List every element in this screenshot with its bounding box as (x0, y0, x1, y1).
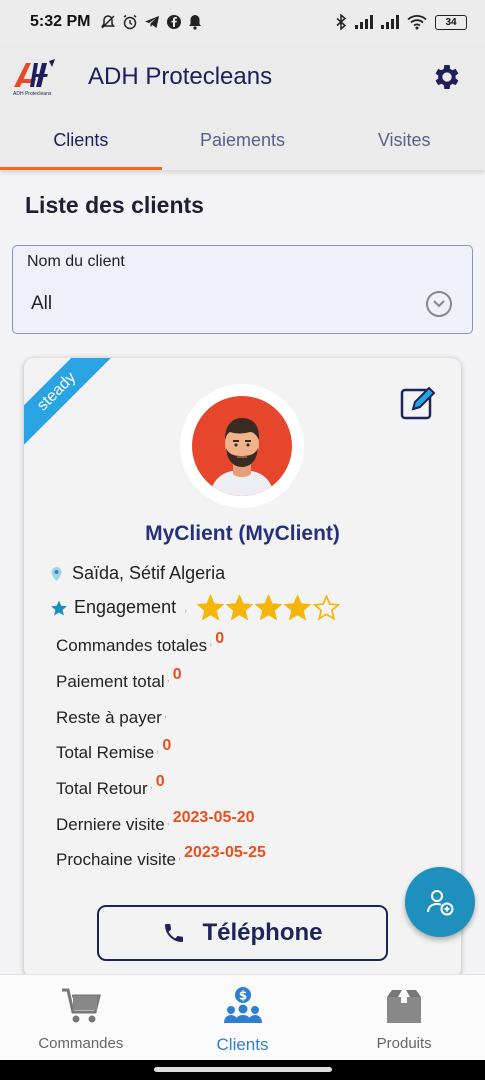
battery-icon: 34 (435, 14, 467, 30)
engagement-rating (197, 594, 341, 621)
svg-text:ADH Protecleans: ADH Protecleans (13, 91, 52, 97)
app-title: ADH Protecleans (88, 63, 273, 90)
dropdown-label: Nom du client (27, 253, 125, 270)
settings-button[interactable] (429, 59, 465, 95)
location-pin-icon (51, 566, 62, 581)
stat-value: 0 (215, 630, 225, 647)
cart-icon (61, 985, 101, 1027)
stat-label: Total Retour (56, 779, 148, 798)
stat-value: 2023-05-20 (172, 809, 255, 826)
top-tabs: Clients Paiements Visites (0, 110, 485, 170)
client-card[interactable]: steady MyClient (MyClient) Saïda, Sétif … (24, 358, 461, 978)
app-bar: ADH Protecleans ADH Protecleans (0, 44, 485, 110)
tab-paiements[interactable]: Paiements (162, 110, 324, 170)
gear-icon (435, 65, 459, 89)
gesture-bar (0, 1060, 485, 1080)
star-filled-icon (197, 594, 225, 621)
bell-icon (189, 15, 202, 30)
section-title: Liste des clients (25, 192, 204, 218)
status-time: 5:32 PM (30, 13, 91, 30)
stat-commandes-totales: Commandes totales, 0 (56, 630, 225, 655)
facebook-icon (167, 15, 182, 29)
stat-label: Derniere visite (56, 815, 165, 834)
system-icons: 34 (335, 14, 467, 30)
app-logo: ADH Protecleans (12, 57, 58, 97)
avatar (192, 396, 292, 496)
bluetooth-icon (336, 14, 347, 30)
chevron-down-icon (426, 291, 452, 317)
tab-visites[interactable]: Visites (323, 110, 485, 170)
stat-value: 2023-05-25 (184, 844, 266, 861)
add-client-button[interactable] (405, 867, 475, 937)
products-box-icon (384, 985, 424, 1027)
add-user-icon (427, 890, 454, 916)
star-small-icon (51, 600, 67, 615)
stat-value: 0 (155, 773, 165, 790)
engagement-row: Engagement , (50, 594, 341, 621)
dropdown-value: All (31, 293, 53, 314)
status-bar: 5:32 PM 34 (0, 0, 485, 44)
svg-text:$: $ (238, 989, 246, 1003)
phone-icon (165, 924, 184, 942)
stat-label: Commandes totales (56, 636, 208, 655)
bottom-nav: Commandes $ Clients Produits (0, 974, 485, 1060)
stat-total-retour: Total Retour, 0 (56, 773, 165, 798)
stat-value: 0 (172, 666, 182, 683)
phone-button[interactable]: Téléphone (97, 905, 388, 961)
status-ribbon: steady (24, 358, 117, 452)
edit-button[interactable] (399, 382, 439, 422)
stat-label: Total Remise (56, 743, 155, 762)
telegram-icon (145, 16, 160, 28)
stat-label: Prochaine visite (56, 850, 177, 869)
stat-derniere-visite: Derniere visite, 2023-05-20 (56, 809, 255, 834)
wifi-icon (407, 15, 427, 30)
stat-reste-a-payer: Reste à payer, (56, 708, 167, 727)
stat-label: Reste à payer (56, 708, 162, 727)
nav-label: Commandes (38, 1035, 124, 1052)
star-filled-icon (226, 594, 254, 621)
clients-icon: $ (223, 985, 263, 1027)
client-name: MyClient (MyClient) (145, 522, 340, 545)
engagement-label: Engagement (74, 597, 177, 617)
nav-clients[interactable]: $ Clients (162, 975, 324, 1060)
stat-prochaine-visite: Prochaine visite, 2023-05-25 (56, 844, 266, 869)
location-row: Saïda, Sétif Algeria (50, 563, 225, 584)
avatar-frame (180, 384, 304, 508)
client-location: Saïda, Sétif Algeria (72, 563, 226, 583)
muted-bell-icon (101, 15, 116, 29)
signal-icon (355, 15, 373, 29)
star-empty-icon (313, 594, 341, 621)
star-filled-icon (284, 594, 312, 621)
stat-value: 0 (162, 737, 172, 754)
client-name-dropdown[interactable]: Nom du client All (12, 245, 473, 334)
nav-commandes[interactable]: Commandes (0, 975, 162, 1060)
nav-label: Clients (216, 1035, 269, 1054)
stat-total-remise: Total Remise, 0 (56, 737, 172, 762)
edit-icon (400, 386, 436, 420)
nav-produits[interactable]: Produits (323, 975, 485, 1060)
nav-label: Produits (376, 1035, 432, 1052)
stat-paiement-total: Paiement total, 0 (56, 666, 182, 691)
tab-clients[interactable]: Clients (0, 110, 162, 170)
notification-icons (100, 14, 202, 30)
phone-button-label: Téléphone (202, 919, 323, 946)
stat-label: Paiement total (56, 672, 165, 691)
signal-icon-2 (381, 15, 399, 29)
star-filled-icon (255, 594, 283, 621)
alarm-icon (124, 14, 137, 30)
